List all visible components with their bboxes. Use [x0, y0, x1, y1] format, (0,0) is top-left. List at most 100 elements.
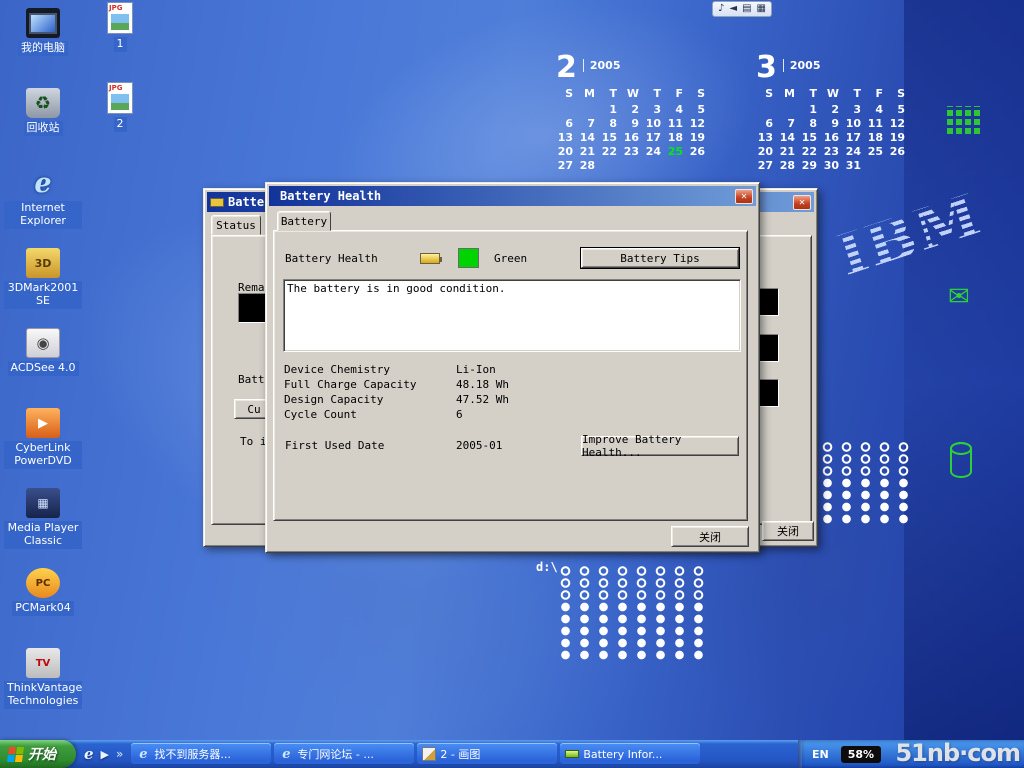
- task-icon: [422, 747, 436, 761]
- close-icon[interactable]: [793, 195, 811, 210]
- calendar-days: 1234567891011121314151617181920212223242…: [556, 103, 724, 173]
- task-button[interactable]: 专门网论坛 - ...: [274, 743, 414, 765]
- task-icon: [136, 747, 150, 761]
- icon-my-computer[interactable]: 我的电脑: [4, 8, 82, 88]
- field-label: Cycle Count: [284, 407, 456, 422]
- first-used-value: 2005-01: [456, 439, 502, 452]
- desktop-icon-label: CyberLink PowerDVD: [4, 441, 82, 469]
- to-increase-label: To i: [240, 435, 267, 448]
- icon-internet-explorer[interactable]: e Internet Explorer: [4, 168, 82, 248]
- icon-acdsee[interactable]: ◉ ACDSee 4.0: [4, 328, 82, 408]
- jpg-file-icon: JPG: [107, 2, 133, 34]
- field-label: Device Chemistry: [284, 362, 456, 377]
- icon-3dmark2001-se[interactable]: 3D 3DMark2001 SE: [4, 248, 82, 328]
- windows-logo-icon: [7, 747, 24, 762]
- field-value: 47.52 Wh: [456, 392, 509, 407]
- window-title: Battery Health: [272, 189, 735, 203]
- desktop-icon-label: PCMark04: [12, 601, 73, 616]
- calendar-month: 2: [556, 53, 577, 83]
- calendar-day-headers: SMTWTFS: [556, 87, 724, 103]
- quick-launch-internet-explorer[interactable]: e: [84, 747, 94, 762]
- quick-launch: e ▶ »: [76, 740, 131, 768]
- database-icon: [950, 442, 972, 478]
- watermark: 51nb·com: [895, 739, 1020, 767]
- battery-app-icon: [210, 198, 224, 207]
- desktop-file-icon[interactable]: JPG 2: [92, 82, 148, 162]
- calendar-march-2005: 3 2005 SMTWTFS 1234567891011121314151617…: [756, 53, 924, 173]
- battery-label: Batt: [238, 373, 265, 386]
- volume-icon[interactable]: ◄: [729, 4, 737, 14]
- desktop-icon-label: 回收站: [24, 121, 63, 136]
- desktop-icon-column: 我的电脑 ♻ 回收站 e Internet Explorer 3D 3DMark…: [4, 8, 82, 728]
- health-status-indicator: [458, 248, 479, 268]
- battery-tray-badge[interactable]: 58%: [841, 746, 881, 763]
- battery-icon: [420, 253, 440, 264]
- close-icon[interactable]: [735, 189, 753, 204]
- field-value: 6: [456, 407, 509, 422]
- first-used-label: First Used Date: [285, 439, 384, 452]
- calendar-day-headers: SMTWTFS: [756, 87, 924, 103]
- ring-dot-pattern: [818, 441, 910, 477]
- calendar-year: 2005: [783, 59, 821, 72]
- language-indicator[interactable]: EN: [812, 748, 829, 761]
- drive-label: d:\: [536, 560, 558, 574]
- field-value: 48.18 Wh: [456, 377, 509, 392]
- desktop-file-label: 2: [114, 117, 127, 132]
- battery-tab-page: Battery Health Green Battery Tips The ba…: [273, 230, 748, 521]
- quick-launch-overflow-chevron[interactable]: »: [116, 747, 123, 761]
- desktop-icon-label: 我的电脑: [18, 41, 68, 56]
- tab-status[interactable]: Status: [211, 215, 261, 235]
- battery-health-label: Battery Health: [285, 252, 378, 265]
- dot-pattern: [556, 601, 709, 661]
- icon-recycle-bin[interactable]: ♻ 回收站: [4, 88, 82, 168]
- close-button[interactable]: 关闭: [762, 521, 814, 541]
- field-label: Full Charge Capacity: [284, 377, 456, 392]
- tab-battery[interactable]: Battery: [277, 211, 331, 231]
- battery-gauge: [238, 293, 268, 323]
- keyboard-icon[interactable]: ▦: [757, 4, 766, 14]
- start-button[interactable]: 开始: [0, 740, 76, 768]
- calendar-days: 1234567891011121314151617181920212223242…: [756, 103, 924, 173]
- icon-thinkvantage[interactable]: TV ThinkVantage Technologies: [4, 648, 82, 728]
- icon-media-player-classic[interactable]: ▦ Media Player Classic: [4, 488, 82, 568]
- audio-icon[interactable]: ♪: [718, 4, 724, 14]
- grid-icon: [947, 106, 983, 134]
- desktop-icon-label: 3DMark2001 SE: [4, 281, 82, 309]
- top-toolbar[interactable]: ♪ ◄ ▤ ▦: [712, 1, 772, 17]
- dot-pattern: [818, 477, 910, 525]
- icon-cyberlink-powerdvd[interactable]: ▶ CyberLink PowerDVD: [4, 408, 82, 488]
- desktop-file-icon[interactable]: JPG 1: [92, 2, 148, 82]
- condition-textbox[interactable]: The battery is in good condition.: [283, 279, 741, 352]
- desktop-icon-label: Internet Explorer: [4, 201, 82, 229]
- desktop-file-label: 1: [114, 37, 127, 52]
- calendar-year: 2005: [583, 59, 621, 72]
- desktop-icon-label: ACDSee 4.0: [8, 361, 79, 376]
- ring-dot-pattern: [556, 565, 709, 601]
- taskbar: 开始 e ▶ » 找不到服务器... 专门网论坛 - ... 2 - 画图: [0, 740, 1024, 768]
- battery-detail-fields: Device Chemistry Li-Ion Full Charge Capa…: [284, 362, 509, 422]
- task-buttons: 找不到服务器... 专门网论坛 - ... 2 - 画图 Battery Inf…: [131, 740, 700, 768]
- field-label: Design Capacity: [284, 392, 456, 407]
- jpg-file-icon: JPG: [107, 82, 133, 114]
- mail-icon: ✉: [948, 284, 970, 310]
- battery-health-window: Battery Health Battery Battery Health Gr…: [265, 182, 760, 553]
- task-icon: [279, 747, 293, 761]
- desktop-icon-label: ThinkVantage Technologies: [4, 681, 82, 709]
- field-value: Li-Ion: [456, 362, 509, 377]
- condition-text: The battery is in good condition.: [287, 282, 506, 295]
- improve-battery-health-button[interactable]: Improve Battery Health...: [581, 436, 739, 456]
- task-button[interactable]: 找不到服务器...: [131, 743, 271, 765]
- task-button[interactable]: 2 - 画图: [417, 743, 557, 765]
- quick-launch-media-player[interactable]: ▶: [101, 749, 109, 760]
- close-button[interactable]: 关闭: [671, 526, 749, 547]
- battery-health-titlebar[interactable]: Battery Health: [269, 186, 756, 206]
- desktop-icon-label: Media Player Classic: [4, 521, 82, 549]
- battery-tips-button[interactable]: Battery Tips: [581, 248, 739, 268]
- display-icon[interactable]: ▤: [742, 4, 751, 14]
- calendar-month: 3: [756, 53, 777, 83]
- icon-pcmark04[interactable]: PC PCMark04: [4, 568, 82, 648]
- task-icon: [565, 750, 579, 758]
- task-button[interactable]: Battery Infor...: [560, 743, 700, 765]
- calendar-february-2005: 2 2005 SMTWTFS 1234567891011121314151617…: [556, 53, 724, 173]
- start-label: 开始: [28, 744, 56, 764]
